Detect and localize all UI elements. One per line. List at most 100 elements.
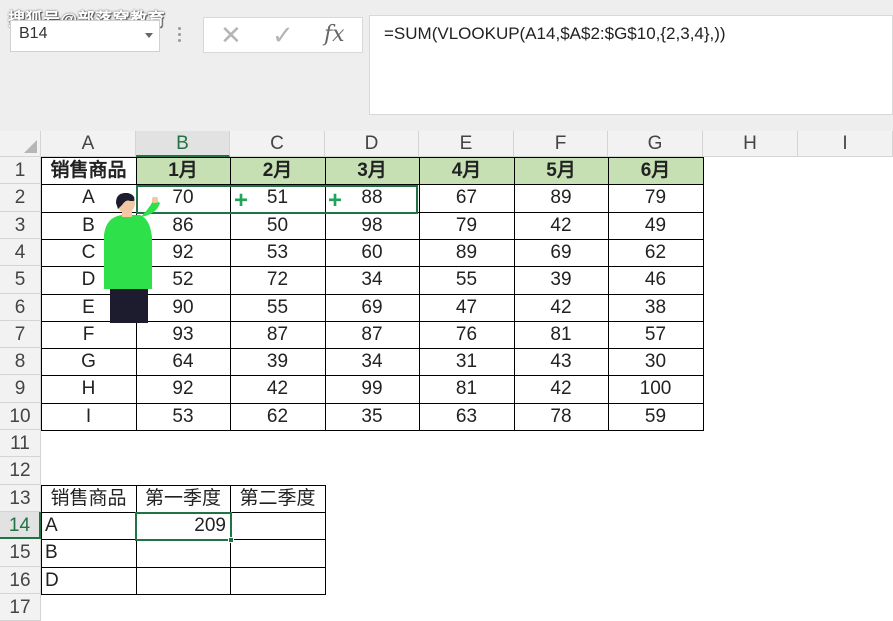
table1-header-cell[interactable]: 销售商品 (41, 157, 136, 184)
row-header-16[interactable]: 16 (0, 567, 41, 594)
x-icon[interactable]: ✕ (220, 20, 242, 50)
table1-cell[interactable]: 34 (325, 348, 419, 375)
row-header-4[interactable]: 4 (0, 239, 41, 266)
table1-cell[interactable]: 89 (514, 184, 608, 212)
table1-cell[interactable]: G (41, 348, 136, 375)
column-header-b[interactable]: B (136, 131, 230, 157)
table1-cell[interactable]: 39 (230, 348, 325, 375)
table2-cell[interactable] (136, 567, 230, 594)
table1-cell[interactable]: 89 (419, 239, 514, 266)
table1-cell[interactable]: 55 (230, 294, 325, 321)
column-header-a[interactable]: A (41, 131, 136, 157)
table1-cell[interactable]: 76 (419, 321, 514, 348)
row-header-17[interactable]: 17 (0, 594, 41, 621)
table2-cell[interactable]: A (41, 512, 136, 539)
row-header-12[interactable]: 12 (0, 457, 41, 485)
check-icon[interactable]: ✓ (272, 20, 294, 50)
row-header-15[interactable]: 15 (0, 539, 41, 567)
table1-cell[interactable]: 98 (325, 212, 419, 239)
row-header-6[interactable]: 6 (0, 294, 41, 321)
table2-cell[interactable]: 209 (136, 512, 230, 539)
table1-cell[interactable]: 46 (608, 266, 703, 294)
table1-cell[interactable]: 79 (608, 184, 703, 212)
table1-cell[interactable]: 57 (608, 321, 703, 348)
table1-cell[interactable]: 79 (419, 212, 514, 239)
column-header-f[interactable]: F (514, 131, 608, 157)
fill-handle[interactable] (228, 537, 234, 543)
column-header-h[interactable]: H (703, 131, 798, 157)
table1-cell[interactable]: 49 (608, 212, 703, 239)
table1-cell[interactable]: 87 (325, 321, 419, 348)
row-header-8[interactable]: 8 (0, 348, 41, 375)
table1-cell[interactable]: 72 (230, 266, 325, 294)
table1-cell[interactable]: 64 (136, 348, 230, 375)
table1-cell[interactable]: 60 (325, 239, 419, 266)
table1-cell[interactable]: 69 (514, 239, 608, 266)
chevron-down-icon[interactable] (145, 33, 153, 38)
table1-cell[interactable]: 69 (325, 294, 419, 321)
table2-cell[interactable]: D (41, 567, 136, 594)
table1-cell[interactable]: 59 (608, 403, 703, 430)
table2-header-cell[interactable]: 销售商品 (41, 485, 136, 512)
table1-cell[interactable]: 55 (419, 266, 514, 294)
column-header-i[interactable]: I (798, 131, 893, 157)
table1-cell[interactable]: 35 (325, 403, 419, 430)
table2-header-cell[interactable]: 第二季度 (230, 485, 325, 512)
table1-cell[interactable]: 42 (514, 294, 608, 321)
table1-header-cell[interactable]: 2月 (230, 157, 325, 184)
table2-cell[interactable] (230, 539, 325, 567)
table1-cell[interactable]: 31 (419, 348, 514, 375)
table1-cell[interactable]: 42 (230, 375, 325, 403)
table2-cell[interactable] (230, 567, 325, 594)
table1-cell[interactable]: 62 (608, 239, 703, 266)
column-header-e[interactable]: E (419, 131, 514, 157)
row-header-5[interactable]: 5 (0, 266, 41, 294)
table1-header-cell[interactable]: 5月 (514, 157, 608, 184)
table1-cell[interactable]: 62 (230, 403, 325, 430)
table1-header-cell[interactable]: 3月 (325, 157, 419, 184)
row-header-9[interactable]: 9 (0, 375, 41, 403)
column-header-c[interactable]: C (230, 131, 325, 157)
table1-header-cell[interactable]: 1月 (136, 157, 230, 184)
drag-handle-icon[interactable] (176, 24, 182, 48)
table2-cell[interactable] (230, 512, 325, 539)
table1-cell[interactable]: 87 (230, 321, 325, 348)
table1-cell[interactable]: F (41, 321, 136, 348)
table1-cell[interactable]: 100 (608, 375, 703, 403)
table1-cell[interactable]: 42 (514, 212, 608, 239)
table1-cell[interactable]: 53 (230, 239, 325, 266)
table1-cell[interactable]: 50 (230, 212, 325, 239)
table1-header-cell[interactable]: 6月 (608, 157, 703, 184)
formula-input[interactable]: =SUM(VLOOKUP(A14,$A$2:$G$10,{2,3,4},)) (369, 15, 893, 115)
table2-header-cell[interactable]: 第一季度 (136, 485, 230, 512)
select-all-button[interactable] (0, 131, 41, 157)
table1-cell[interactable]: 67 (419, 184, 514, 212)
table1-cell[interactable]: 92 (136, 375, 230, 403)
table2-cell[interactable]: B (41, 539, 136, 567)
column-header-g[interactable]: G (608, 131, 703, 157)
row-header-3[interactable]: 3 (0, 212, 41, 239)
name-box[interactable]: B14 (10, 20, 160, 52)
row-header-1[interactable]: 1 (0, 157, 41, 184)
table1-cell[interactable]: 38 (608, 294, 703, 321)
column-header-d[interactable]: D (325, 131, 419, 157)
table1-cell[interactable]: 43 (514, 348, 608, 375)
row-header-14[interactable]: 14 (0, 512, 41, 539)
table1-cell[interactable]: 34 (325, 266, 419, 294)
table1-cell[interactable]: 78 (514, 403, 608, 430)
table1-cell[interactable]: 30 (608, 348, 703, 375)
insert-function-button[interactable]: fx (324, 20, 345, 50)
row-header-10[interactable]: 10 (0, 403, 41, 430)
table1-cell[interactable]: H (41, 375, 136, 403)
table1-cell[interactable]: 42 (514, 375, 608, 403)
table1-cell[interactable]: I (41, 403, 136, 430)
table1-cell[interactable]: 81 (514, 321, 608, 348)
table1-cell[interactable]: 39 (514, 266, 608, 294)
table1-header-cell[interactable]: 4月 (419, 157, 514, 184)
table1-cell[interactable]: 53 (136, 403, 230, 430)
row-header-2[interactable]: 2 (0, 184, 41, 212)
table1-cell[interactable]: 63 (419, 403, 514, 430)
table1-cell[interactable]: 93 (136, 321, 230, 348)
table1-cell[interactable]: 81 (419, 375, 514, 403)
table1-cell[interactable]: 47 (419, 294, 514, 321)
